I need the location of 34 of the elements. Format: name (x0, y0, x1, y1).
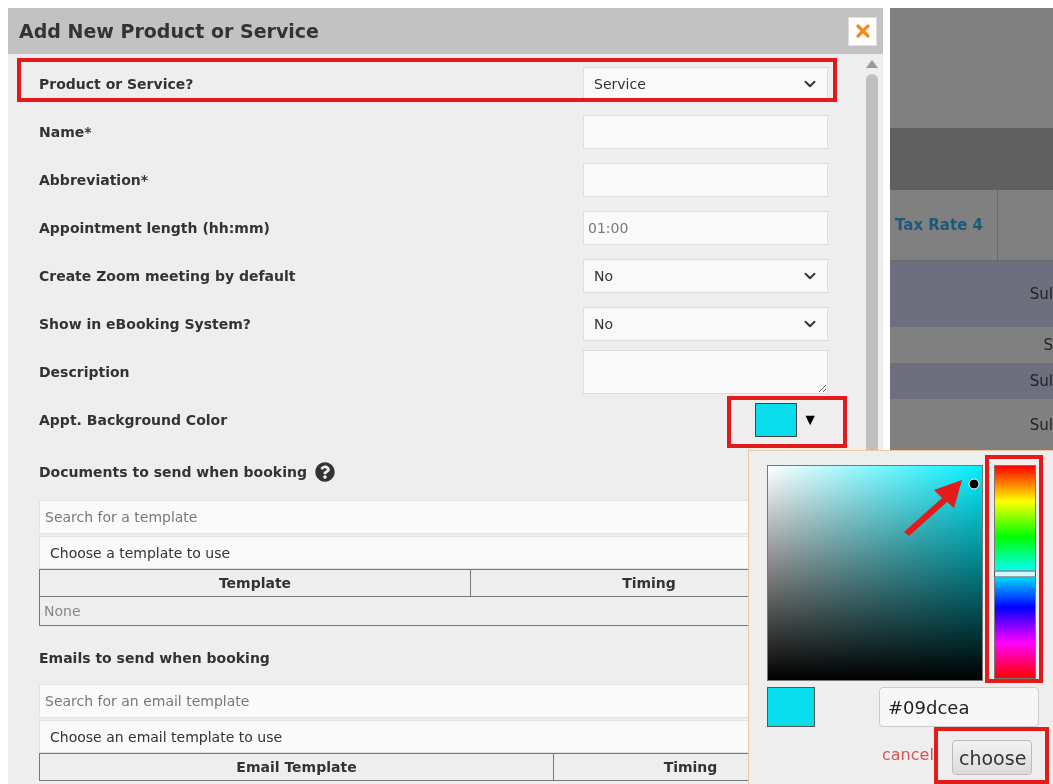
text-field[interactable] (583, 115, 828, 149)
hue-slider[interactable] (994, 465, 1036, 679)
text-field[interactable]: 01:00 (583, 211, 828, 245)
color-preview (767, 687, 815, 727)
column-header: Tax Rate 4 (890, 190, 998, 260)
table-cell: S (1043, 336, 1053, 354)
color-picker-button[interactable]: ▼ (738, 399, 828, 441)
saturation-value-area[interactable] (767, 465, 983, 681)
table-cell: Sul (1029, 416, 1053, 434)
color-swatch (755, 403, 797, 437)
field-label: Create Zoom meeting by default (39, 268, 297, 284)
help-icon[interactable] (314, 462, 335, 482)
column-header: Template (40, 570, 470, 597)
table-cell: Sul (1029, 372, 1053, 390)
field-label: Abbreviation* (39, 172, 150, 188)
select-field[interactable]: No (583, 307, 828, 341)
column-header: Email Template (40, 754, 553, 781)
field-label: Appointment length (hh:mm) (39, 220, 271, 236)
text-field[interactable] (583, 163, 828, 197)
table-cell: Sul (1029, 285, 1053, 303)
field-label: Appt. Background Color (39, 412, 229, 428)
dialog-title: Add New Product or Service (19, 20, 319, 42)
field-label: Name* (39, 124, 93, 140)
field-label: Product or Service? (39, 76, 195, 92)
section-title: Emails to send when booking (39, 650, 270, 666)
field-label: Description (39, 364, 131, 380)
choose-button[interactable]: choose (952, 740, 1032, 775)
section-title: Documents to send when booking (39, 464, 307, 480)
select-field[interactable]: No (583, 259, 828, 293)
hex-input[interactable]: #09dcea (879, 687, 1039, 727)
hue-slider-thumb[interactable] (994, 570, 1036, 578)
field-label: Show in eBooking System? (39, 316, 252, 332)
picker-handle[interactable] (968, 478, 980, 490)
select-field[interactable]: Service (583, 67, 828, 101)
